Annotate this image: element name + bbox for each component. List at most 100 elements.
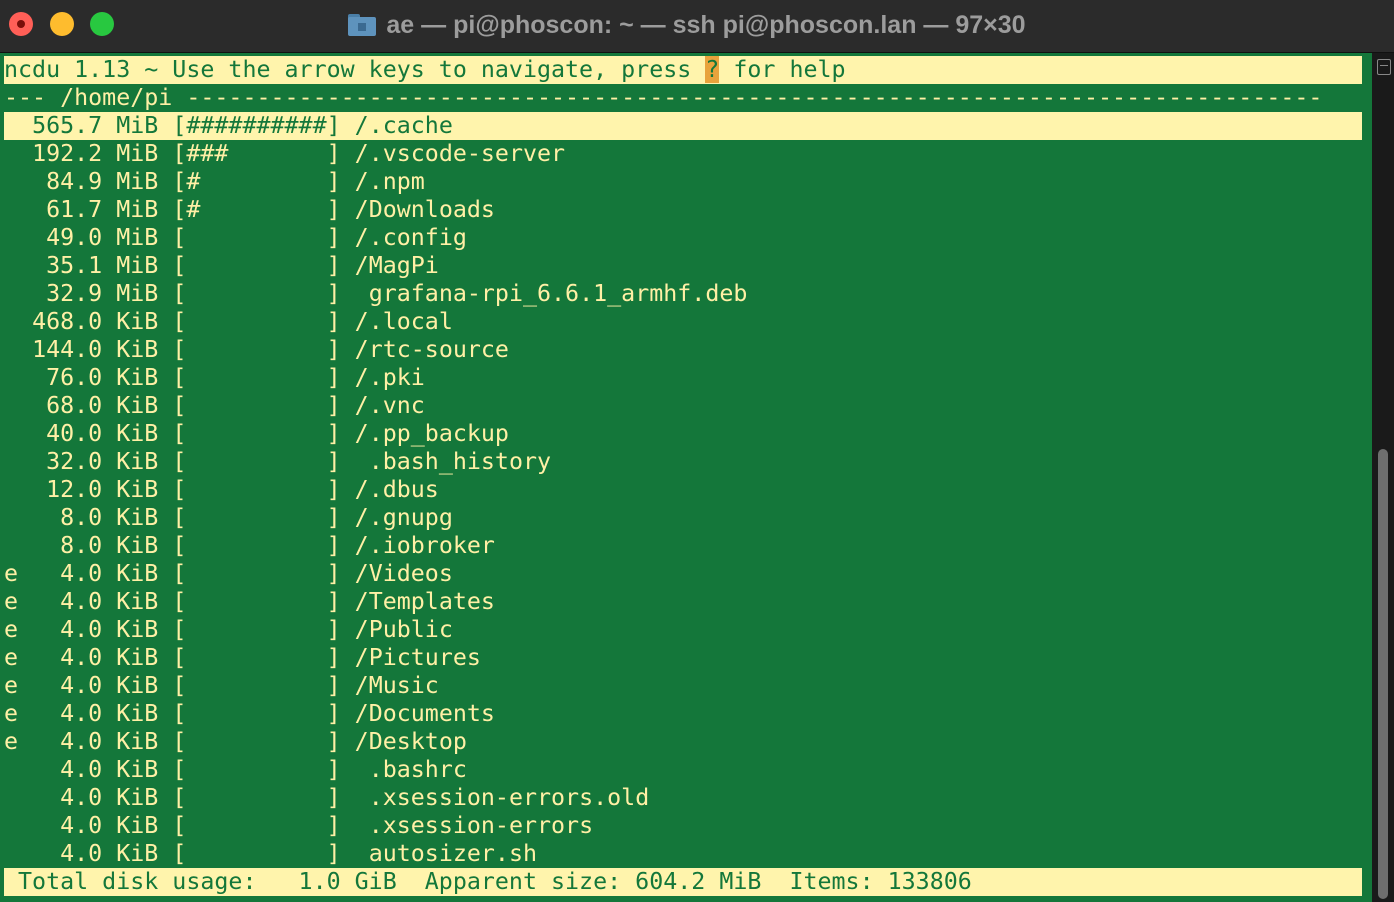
file-row[interactable]: e 4.0 KiB [ ] /Pictures <box>4 644 481 672</box>
row-usage-graph: [ ] <box>172 336 355 363</box>
row-flag <box>4 280 32 307</box>
row-size: 32.9 MiB <box>32 280 173 307</box>
file-row[interactable]: 35.1 MiB [ ] /MagPi <box>4 252 439 280</box>
file-row[interactable]: 12.0 KiB [ ] /.dbus <box>4 476 439 504</box>
current-path: --- /home/pi ---------------------------… <box>4 84 1323 111</box>
row-name: /.dbus <box>354 476 439 503</box>
file-row[interactable]: e 4.0 KiB [ ] /Videos <box>4 560 453 588</box>
file-row[interactable]: 565.7 MiB [##########] /.cache <box>4 112 1362 140</box>
row-name: .xsession-errors.old <box>354 784 650 811</box>
row-flag <box>4 364 32 391</box>
row-usage-graph: [ ] <box>172 252 355 279</box>
file-row[interactable]: e 4.0 KiB [ ] /Desktop <box>4 728 467 756</box>
row-name: .bashrc <box>354 756 467 783</box>
row-name: .bash_history <box>354 448 552 475</box>
row-size: 4.0 KiB <box>32 560 173 587</box>
file-row[interactable]: 61.7 MiB [# ] /Downloads <box>4 196 495 224</box>
row-size: 144.0 KiB <box>32 336 173 363</box>
row-flag <box>4 308 32 335</box>
file-row[interactable]: 32.0 KiB [ ] .bash_history <box>4 448 551 476</box>
row-flag: e <box>4 728 33 755</box>
row-usage-graph: [ ] <box>172 280 355 307</box>
file-row[interactable]: e 4.0 KiB [ ] /Music <box>4 672 439 700</box>
row-size: 68.0 KiB <box>32 392 173 419</box>
row-usage-graph: [##########] <box>172 112 355 139</box>
row-size: 4.0 KiB <box>32 756 173 783</box>
file-row[interactable]: 192.2 MiB [### ] /.vscode-server <box>4 140 565 168</box>
file-row[interactable]: 49.0 MiB [ ] /.config <box>4 224 467 252</box>
file-row[interactable]: e 4.0 KiB [ ] /Public <box>4 616 453 644</box>
file-row[interactable]: e 4.0 KiB [ ] /Documents <box>4 700 495 728</box>
file-row[interactable]: 8.0 KiB [ ] /.gnupg <box>4 504 453 532</box>
row-flag <box>4 784 32 811</box>
file-row[interactable]: 32.9 MiB [ ] grafana-rpi_6.6.1_armhf.deb <box>4 280 747 308</box>
file-row[interactable]: 4.0 KiB [ ] autosizer.sh <box>4 840 537 868</box>
file-row[interactable]: 8.0 KiB [ ] /.iobroker <box>4 532 495 560</box>
row-name: /Templates <box>354 588 495 615</box>
row-size: 4.0 KiB <box>32 784 173 811</box>
row-usage-graph: [ ] <box>172 476 355 503</box>
row-flag <box>4 196 32 223</box>
row-flag <box>4 112 32 139</box>
row-flag <box>4 392 32 419</box>
row-size: 468.0 KiB <box>32 308 173 335</box>
scroll-top-icon <box>1377 59 1391 75</box>
file-row[interactable]: 144.0 KiB [ ] /rtc-source <box>4 336 509 364</box>
row-size: 32.0 KiB <box>32 448 173 475</box>
row-name: /Music <box>354 672 439 699</box>
row-name: /Downloads <box>354 196 495 223</box>
help-key: ? <box>705 56 720 83</box>
row-name: /Public <box>354 616 453 643</box>
ncdu-header: ncdu 1.13 ~ Use the arrow keys to naviga… <box>4 56 1362 84</box>
row-name: /.config <box>354 224 467 251</box>
file-row[interactable]: 4.0 KiB [ ] .xsession-errors <box>4 812 593 840</box>
scrollbar-thumb[interactable] <box>1378 449 1388 899</box>
ncdu-header-text: ncdu 1.13 ~ Use the arrow keys to naviga… <box>4 56 706 83</box>
terminal-content[interactable]: ncdu 1.13 ~ Use the arrow keys to naviga… <box>0 53 1372 902</box>
row-size: 4.0 KiB <box>32 616 173 643</box>
file-row[interactable]: 4.0 KiB [ ] .xsession-errors.old <box>4 784 649 812</box>
vertical-scrollbar[interactable] <box>1372 53 1394 902</box>
row-flag: e <box>4 560 33 587</box>
row-flag: e <box>4 672 33 699</box>
row-size: 76.0 KiB <box>32 364 173 391</box>
file-row[interactable]: 468.0 KiB [ ] /.local <box>4 308 453 336</box>
row-flag <box>4 476 32 503</box>
file-row[interactable]: 68.0 KiB [ ] /.vnc <box>4 392 425 420</box>
row-usage-graph: [ ] <box>172 812 355 839</box>
file-row[interactable]: 84.9 MiB [# ] /.npm <box>4 168 425 196</box>
row-size: 12.0 KiB <box>32 476 173 503</box>
row-size: 565.7 MiB <box>32 112 173 139</box>
row-size: 8.0 KiB <box>32 532 173 559</box>
title-bar[interactable]: ae — pi@phoscon: ~ — ssh pi@phoscon.lan … <box>0 0 1394 53</box>
row-name: /Pictures <box>354 644 481 671</box>
row-size: 4.0 KiB <box>32 700 173 727</box>
row-usage-graph: [ ] <box>172 224 355 251</box>
window-title: ae — pi@phoscon: ~ — ssh pi@phoscon.lan … <box>0 0 1394 50</box>
row-size: 4.0 KiB <box>32 840 173 867</box>
row-size: 49.0 MiB <box>32 224 173 251</box>
row-flag <box>4 252 32 279</box>
file-row[interactable]: 40.0 KiB [ ] /.pp_backup <box>4 420 509 448</box>
row-size: 4.0 KiB <box>32 812 173 839</box>
row-flag <box>4 756 32 783</box>
row-flag <box>4 168 32 195</box>
row-name: /.cache <box>354 112 453 139</box>
row-size: 40.0 KiB <box>32 420 173 447</box>
row-name: grafana-rpi_6.6.1_armhf.deb <box>354 280 748 307</box>
row-usage-graph: [ ] <box>172 448 355 475</box>
file-row[interactable]: 4.0 KiB [ ] .bashrc <box>4 756 467 784</box>
folder-icon <box>348 14 377 36</box>
row-usage-graph: [ ] <box>172 308 355 335</box>
row-usage-graph: [ ] <box>172 364 355 391</box>
row-size: 84.9 MiB <box>32 168 173 195</box>
row-size: 4.0 KiB <box>32 672 173 699</box>
row-usage-graph: [### ] <box>172 140 355 167</box>
row-flag: e <box>4 616 33 643</box>
file-row[interactable]: e 4.0 KiB [ ] /Templates <box>4 588 495 616</box>
file-row[interactable]: 76.0 KiB [ ] /.pki <box>4 364 425 392</box>
row-flag: e <box>4 644 33 671</box>
row-name: /.gnupg <box>354 504 453 531</box>
row-name: /.iobroker <box>354 532 495 559</box>
row-flag: e <box>4 588 33 615</box>
